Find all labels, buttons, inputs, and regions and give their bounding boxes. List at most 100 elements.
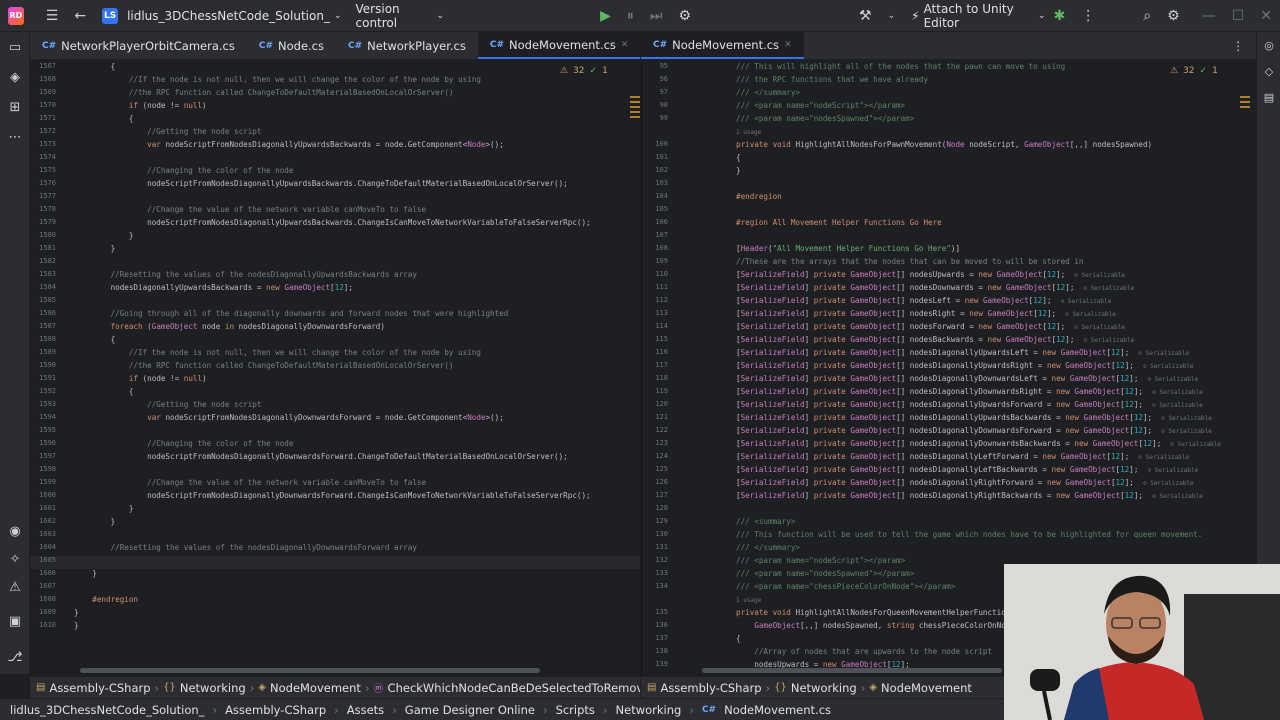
code-line[interactable]: {: [74, 333, 591, 346]
horizontal-scrollbar[interactable]: [702, 668, 1002, 673]
inspection-widget-right[interactable]: ⚠ 32 ✓ 1: [1170, 66, 1218, 76]
code-line[interactable]: [SerializeField] private GameObject[] no…: [736, 372, 1221, 385]
code-line[interactable]: nodeScriptFromNodesDiagonallyDownwardsFo…: [74, 489, 590, 502]
code-line[interactable]: nodeScriptFromNodesDiagonallyDownwardsFo…: [74, 450, 591, 463]
status-crumb[interactable]: lidlus_3DChessNetCode_Solution_: [10, 703, 204, 717]
code-line[interactable]: /// <param name="nodesSpawned"></param>: [736, 112, 1221, 125]
code-line[interactable]: //If the node is not null, then we will …: [74, 346, 591, 359]
code-line[interactable]: [SerializeField] private GameObject[] no…: [736, 463, 1221, 476]
error-stripe-right[interactable]: [1240, 96, 1250, 111]
folder-icon[interactable]: ▭: [0, 32, 30, 62]
profiler-icon[interactable]: ⚙: [678, 8, 691, 24]
code-line[interactable]: {: [74, 385, 591, 398]
status-crumb[interactable]: Game Designer Online: [405, 703, 535, 717]
code-line[interactable]: }: [74, 502, 591, 515]
crumb-item[interactable]: Networking: [791, 681, 857, 695]
code-line[interactable]: if (node != null): [74, 372, 591, 385]
code-line[interactable]: [Header("All Movement Helper Functions G…: [736, 242, 1221, 255]
status-crumb[interactable]: NodeMovement.cs: [724, 703, 831, 717]
code-line[interactable]: var nodeScriptFromNodesDiagonallyUpwards…: [74, 138, 591, 151]
crumb-item[interactable]: CheckWhichNodeCanBeDeSelectedToRemoveNod: [388, 681, 640, 695]
code-line[interactable]: foreach (GameObject node in nodesDiagona…: [74, 320, 591, 333]
code-line[interactable]: [SerializeField] private GameObject[] no…: [736, 385, 1221, 398]
code-line[interactable]: //Changing the color of the node: [74, 437, 591, 450]
git-icon[interactable]: ⎇: [0, 642, 30, 672]
code-line[interactable]: }: [74, 567, 591, 580]
code-line[interactable]: /// <summary>: [736, 515, 1221, 528]
code-line[interactable]: [SerializeField] private GameObject[] no…: [736, 333, 1221, 346]
maximize-icon[interactable]: ☐: [1232, 8, 1245, 24]
code-line[interactable]: //If the node is not null, then we will …: [74, 73, 591, 86]
code-line[interactable]: {: [74, 60, 591, 73]
close-icon[interactable]: ✕: [621, 40, 629, 50]
step-icon[interactable]: ⏭: [650, 8, 663, 24]
chevron-down-icon[interactable]: ⌄: [888, 11, 896, 21]
code-line[interactable]: [74, 463, 591, 476]
code-line[interactable]: [SerializeField] private GameObject[] no…: [736, 450, 1221, 463]
tabs-more[interactable]: ⋮: [1221, 32, 1257, 59]
code-line[interactable]: [74, 424, 591, 437]
back-arrow-icon[interactable]: ←: [74, 8, 86, 24]
inspection-widget[interactable]: ⚠ 32 ✓ 1: [560, 66, 608, 76]
code-line[interactable]: //Resetting the values of the nodesDiago…: [74, 541, 591, 554]
code-line[interactable]: /// the RPC functions that we have alrea…: [736, 73, 1221, 86]
more-tools-icon[interactable]: ⋯: [0, 122, 30, 152]
code-line[interactable]: [736, 177, 1221, 190]
run-icon[interactable]: ▶: [600, 8, 611, 24]
code-line[interactable]: {: [736, 151, 1221, 164]
code-line[interactable]: [74, 554, 591, 567]
database-icon[interactable]: ▤: [1257, 84, 1280, 110]
status-crumb[interactable]: Networking: [616, 703, 682, 717]
status-crumb[interactable]: Assets: [347, 703, 384, 717]
code-line[interactable]: //Getting the node script: [74, 125, 591, 138]
code-line[interactable]: {: [74, 112, 591, 125]
tab-node[interactable]: C# Node.cs: [247, 32, 336, 59]
code-line[interactable]: nodeScriptFromNodesDiagonallyUpwardsBack…: [74, 216, 590, 229]
tab-nodemovement-right[interactable]: C# NodeMovement.cs ✕: [641, 32, 804, 59]
code-line[interactable]: //Change the value of the network variab…: [74, 476, 591, 489]
code-line[interactable]: //These are the arrays that the nodes th…: [736, 255, 1221, 268]
status-crumb[interactable]: Scripts: [556, 703, 595, 717]
problems-icon[interactable]: ⚠: [0, 572, 30, 602]
tab-networkplayer[interactable]: C# NetworkPlayer.cs: [336, 32, 478, 59]
gear-icon[interactable]: ⚙: [1167, 8, 1180, 24]
crumb-item[interactable]: Assembly-CSharp: [49, 681, 150, 695]
code-line[interactable]: [SerializeField] private GameObject[] no…: [736, 320, 1221, 333]
code-line[interactable]: }: [74, 515, 591, 528]
code-line[interactable]: [SerializeField] private GameObject[] no…: [736, 411, 1221, 424]
build-icon[interactable]: ✧: [0, 544, 30, 574]
code-line[interactable]: [74, 151, 591, 164]
code-line[interactable]: //Change the value of the network variab…: [74, 203, 591, 216]
code-line[interactable]: [SerializeField] private GameObject[] no…: [736, 307, 1221, 320]
code-line[interactable]: [SerializeField] private GameObject[] no…: [736, 476, 1221, 489]
code-line[interactable]: }: [736, 164, 1221, 177]
close-icon[interactable]: ✕: [1260, 8, 1272, 24]
status-crumb[interactable]: Assembly-CSharp: [225, 703, 326, 717]
code-line[interactable]: }: [74, 242, 591, 255]
code-line[interactable]: [736, 502, 1221, 515]
code-line[interactable]: if (node != null): [74, 99, 591, 112]
code-line[interactable]: nodesDiagonallyUpwardsBackwards = new Ga…: [74, 281, 591, 294]
code-line[interactable]: [SerializeField] private GameObject[] no…: [736, 268, 1221, 281]
notifications-icon[interactable]: ◎: [1257, 32, 1280, 58]
code-line[interactable]: #endregion: [74, 593, 591, 606]
tab-networkplayerorbitcamera[interactable]: C# NetworkPlayerOrbitCamera.cs: [30, 32, 247, 59]
code-line[interactable]: [736, 229, 1221, 242]
code-line[interactable]: [SerializeField] private GameObject[] no…: [736, 294, 1221, 307]
crumb-item[interactable]: Assembly-CSharp: [660, 681, 761, 695]
debug-pause-icon[interactable]: ⏸: [627, 8, 634, 24]
left-code-editor[interactable]: 1567 1568 1569 1570 1571 1572 1573 1574 1575 1576…: [30, 60, 640, 676]
code-line[interactable]: //the RPC function called ChangeToDefaul…: [74, 359, 591, 372]
code-line[interactable]: nodeScriptFromNodesDiagonallyUpwardsBack…: [74, 177, 591, 190]
code-line[interactable]: }: [74, 606, 591, 619]
code-line[interactable]: //Going through all of the diagonally do…: [74, 307, 591, 320]
search-icon[interactable]: ⌕: [1143, 8, 1151, 24]
code-line[interactable]: [SerializeField] private GameObject[] no…: [736, 359, 1221, 372]
tab-nodemovement[interactable]: C# NodeMovement.cs ✕: [477, 32, 641, 59]
code-line[interactable]: [736, 203, 1221, 216]
code-line[interactable]: /// This will highlight all of the nodes…: [736, 60, 1221, 73]
close-icon[interactable]: ✕: [784, 40, 792, 50]
unity-icon[interactable]: ◇: [1257, 58, 1280, 84]
rider-logo[interactable]: RD: [8, 6, 24, 25]
code-line[interactable]: //Getting the node script: [74, 398, 591, 411]
